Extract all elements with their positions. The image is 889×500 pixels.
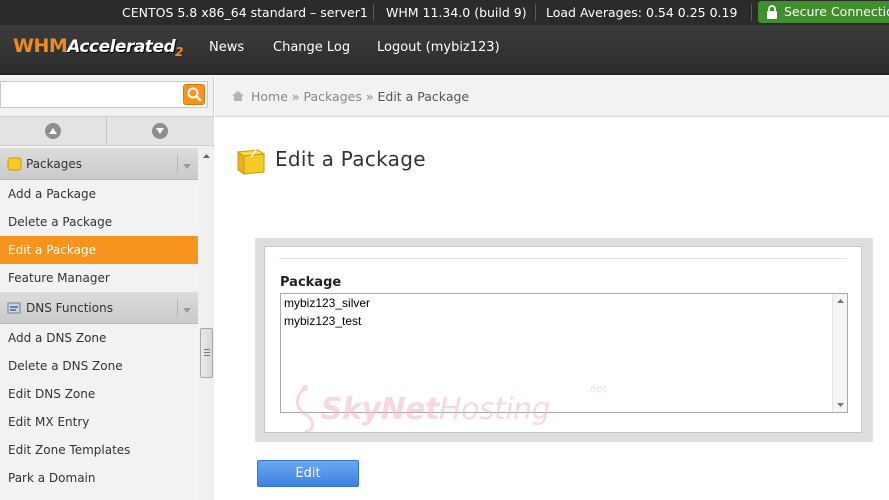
home-icon[interactable]	[231, 90, 245, 102]
sidebar-item-add-dns-zone[interactable]: Add a DNS Zone	[0, 324, 198, 352]
chevron-down-icon[interactable]	[177, 299, 195, 317]
arrow-down-icon	[152, 123, 168, 139]
main-content: Edit a Package Package mybiz123_silver m…	[215, 118, 889, 500]
package-label: Package	[280, 275, 341, 290]
search-button[interactable]	[183, 84, 205, 105]
scroll-up-arrow-icon[interactable]	[202, 152, 211, 160]
package-icon	[234, 144, 268, 178]
scrollbar-thumb[interactable]	[200, 328, 213, 378]
breadcrumb-home[interactable]: Home	[251, 89, 288, 104]
scroll-up-button[interactable]	[0, 117, 106, 145]
logo-version-text: 2	[175, 45, 183, 59]
watermark-text: SkyNetHosting	[321, 392, 550, 427]
edit-button[interactable]: Edit	[257, 460, 359, 487]
sidebar-item-edit-package[interactable]: Edit a Package	[0, 236, 198, 264]
header: WHMAccelerated2 News Change Log Logout (…	[0, 25, 889, 75]
sidebar-item-delete-dns-zone[interactable]: Delete a DNS Zone	[0, 352, 198, 380]
sidebar-item-edit-mx-entry[interactable]: Edit MX Entry	[0, 408, 198, 436]
sidebar-item-park-domain[interactable]: Park a Domain	[0, 464, 198, 492]
scroll-up-arrow-icon[interactable]	[836, 298, 845, 304]
breadcrumb-packages[interactable]: Packages	[304, 89, 362, 104]
list-scrollbar[interactable]	[832, 294, 847, 412]
page-title: Edit a Package	[275, 147, 426, 171]
status-bar: CENTOS 5.8 x86_64 standard – server1 WHM…	[0, 0, 889, 25]
load-averages: Load Averages: 0.54 0.25 0.19	[546, 0, 737, 25]
search-icon	[184, 85, 204, 104]
sidebar-scrollbar[interactable]	[199, 148, 214, 500]
scroll-down-arrow-icon[interactable]	[836, 402, 845, 408]
breadcrumb-separator: »	[366, 89, 374, 104]
logo-whm-text: WHM	[13, 35, 67, 57]
search-box	[0, 81, 208, 108]
secure-connection-label: Secure Connection	[784, 4, 889, 19]
lock-icon	[766, 5, 778, 19]
sidebar-item-feature-manager[interactable]: Feature Manager	[0, 264, 198, 292]
nav-change-log-link[interactable]: Change Log	[273, 25, 350, 70]
breadcrumb-current: Edit a Package	[377, 89, 469, 104]
sidebar-item-edit-zone-templates[interactable]: Edit Zone Templates	[0, 436, 198, 464]
breadcrumb: Home » Packages » Edit a Package	[215, 76, 889, 117]
whm-logo[interactable]: WHMAccelerated2	[13, 35, 183, 67]
sidebar-item-delete-package[interactable]: Delete a Package	[0, 208, 198, 236]
status-divider	[535, 4, 536, 21]
os-info: CENTOS 5.8 x86_64 standard – server1	[122, 0, 368, 25]
package-option-silver[interactable]: mybiz123_silver	[281, 294, 847, 312]
sidebar-item-edit-dns-zone[interactable]: Edit DNS Zone	[0, 380, 198, 408]
watermark-logo-icon	[287, 384, 323, 434]
nav-logout-link[interactable]: Logout (mybiz123)	[377, 25, 500, 70]
skynet-watermark: SkyNetHosting .net	[287, 384, 323, 434]
group-packages[interactable]: Packages	[0, 148, 198, 180]
logo-accelerated-text: Accelerated	[67, 37, 175, 57]
package-option-test[interactable]: mybiz123_test	[281, 312, 847, 330]
nav-news-link[interactable]: News	[209, 25, 244, 70]
sidebar-menu: Packages Add a Package Delete a Package …	[0, 148, 198, 500]
dns-icon	[7, 301, 22, 315]
secure-connection-badge: Secure Connection	[758, 1, 889, 23]
scroll-down-button[interactable]	[107, 117, 213, 145]
divider	[279, 258, 847, 259]
group-dns-functions[interactable]: DNS Functions	[0, 292, 198, 324]
search-input[interactable]	[1, 82, 179, 107]
status-divider	[373, 4, 374, 21]
status-divider	[751, 4, 752, 21]
group-packages-label: Packages	[26, 157, 82, 171]
group-dns-label: DNS Functions	[26, 301, 113, 315]
sidebar: Packages Add a Package Delete a Package …	[0, 76, 214, 500]
sidebar-scroll-controls	[0, 116, 214, 146]
whm-version: WHM 11.34.0 (build 9)	[386, 0, 527, 25]
package-icon	[7, 157, 22, 171]
sidebar-item-add-package[interactable]: Add a Package	[0, 180, 198, 208]
chevron-down-icon[interactable]	[177, 155, 195, 173]
watermark-tld: .net	[587, 384, 607, 395]
arrow-up-icon	[45, 123, 61, 139]
breadcrumb-separator: »	[292, 89, 300, 104]
